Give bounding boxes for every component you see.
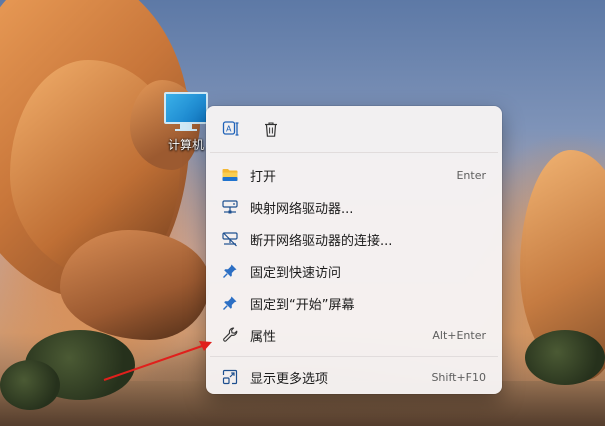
annotation-arrow	[103, 341, 212, 381]
